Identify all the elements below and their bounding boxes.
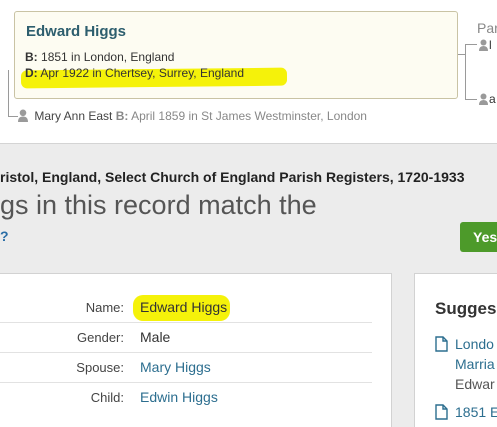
yes-button[interactable]: Yes xyxy=(460,222,497,252)
tree-connector xyxy=(465,44,466,100)
person-silhouette-icon xyxy=(479,93,488,105)
record-area: ristol, England, Select Church of Englan… xyxy=(0,143,497,427)
fact-label: Gender: xyxy=(77,330,124,345)
death-fact: D: Apr 1922 in Chertsey, Surrey, England xyxy=(25,66,244,80)
suggested-record-title[interactable]: 1851 E xyxy=(455,402,497,422)
tree-connector xyxy=(465,99,477,100)
fact-label: Spouse: xyxy=(76,360,124,375)
person-silhouette-icon xyxy=(18,109,28,122)
suggested-records-panel: Sugges Londo Marria Edwar 1851 E xyxy=(414,273,497,427)
fact-row-child: Child: Edwin Higgs xyxy=(0,383,372,413)
record-facts-panel: Name: Edward Higgs Gender: Male Spouse: … xyxy=(0,273,392,427)
suggested-record-title[interactable]: Marria xyxy=(455,354,495,374)
tree-connector xyxy=(8,116,18,117)
person-card[interactable]: Edward Higgs B: 1851 in London, England … xyxy=(14,11,458,99)
parent-name-fragment: l xyxy=(489,38,492,52)
fact-row-name: Name: Edward Higgs xyxy=(0,293,372,323)
birth-fact: B: 1851 in London, England xyxy=(25,50,174,64)
fact-row-spouse: Spouse: Mary Higgs xyxy=(0,353,372,383)
death-value: Apr 1922 in Chertsey, Surrey, England xyxy=(40,66,245,80)
suggested-record-person: Edwar xyxy=(455,376,495,392)
person-name[interactable]: Edward Higgs xyxy=(26,23,126,40)
help-icon[interactable]: ? xyxy=(0,228,9,244)
suggested-record-item[interactable]: 1851 E xyxy=(435,402,497,424)
fact-value: Edward Higgs xyxy=(140,299,228,315)
match-question: gs in this record match the xyxy=(0,190,317,220)
collection-title: ristol, England, Select Church of Englan… xyxy=(0,169,465,185)
tree-connector xyxy=(465,44,477,45)
tree-connector xyxy=(8,70,9,116)
parent-card-mother[interactable]: a xyxy=(479,92,497,106)
parent-name-fragment: a xyxy=(489,92,496,106)
parent-card-father[interactable]: l xyxy=(479,38,497,52)
spouse-row[interactable]: Mary Ann East B: April 1859 in St James … xyxy=(18,109,367,123)
person-silhouette-icon xyxy=(479,39,488,51)
parents-label: Par xyxy=(477,20,497,36)
death-label: D: xyxy=(25,66,38,80)
fact-label: Name: xyxy=(85,300,124,315)
spouse-birth-value: April 1859 in St James Westminster, Lond… xyxy=(131,109,367,123)
fact-row-gender: Gender: Male xyxy=(0,323,372,353)
suggested-record-item[interactable]: Londo Marria Edwar xyxy=(435,334,497,398)
spouse-link[interactable]: Mary Higgs xyxy=(140,359,211,375)
spouse-birth-label: B: xyxy=(115,109,129,123)
birth-value: 1851 in London, England xyxy=(41,50,175,64)
family-tree-strip: Edward Higgs B: 1851 in London, England … xyxy=(0,0,497,143)
document-icon xyxy=(435,404,448,420)
birth-label: B: xyxy=(25,50,38,64)
child-link[interactable]: Edwin Higgs xyxy=(140,389,218,405)
spouse-name: Mary Ann East xyxy=(34,109,113,123)
fact-value: Male xyxy=(140,329,171,345)
suggested-title: Sugges xyxy=(435,299,497,318)
document-icon xyxy=(435,336,448,352)
fact-label: Child: xyxy=(90,390,124,405)
suggested-record-title[interactable]: Londo xyxy=(455,334,495,354)
